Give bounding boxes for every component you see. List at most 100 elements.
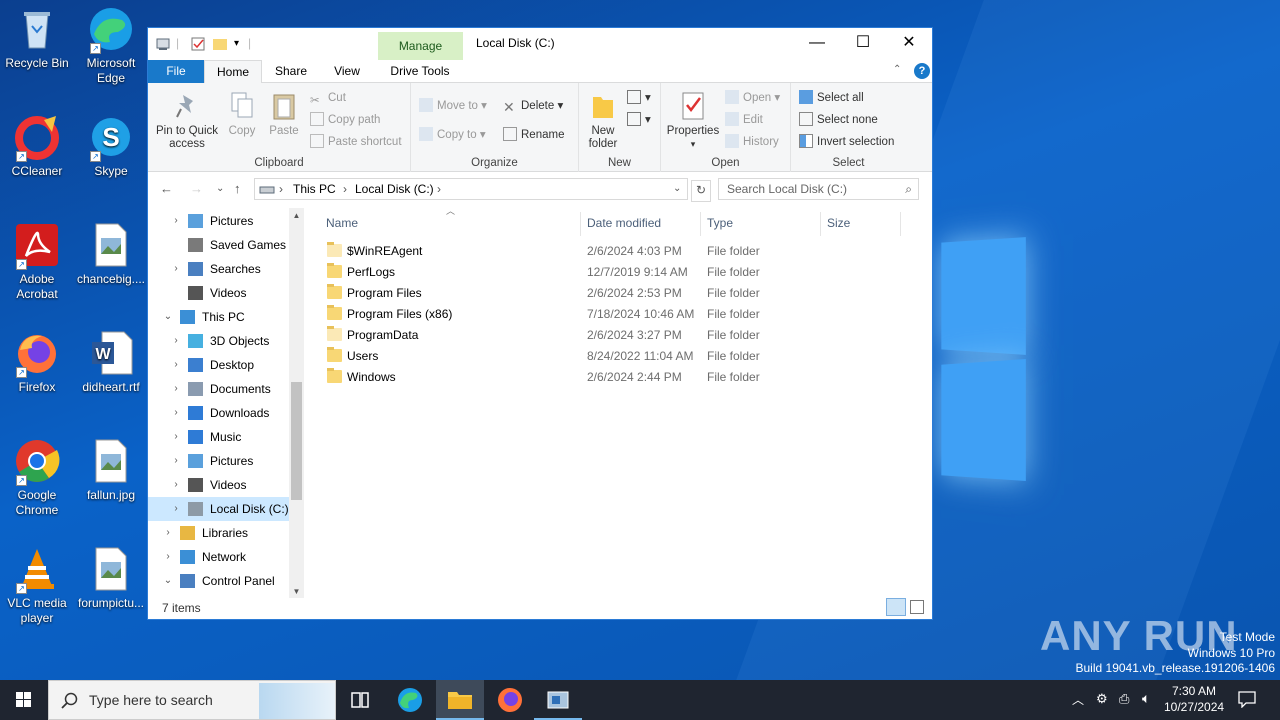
- taskbar-edge[interactable]: [386, 680, 434, 720]
- tab-view[interactable]: View: [322, 60, 372, 83]
- new-item-button[interactable]: ▾: [627, 89, 651, 107]
- desktop-icon-skype[interactable]: S ↗ Skype: [74, 114, 148, 179]
- tab-file[interactable]: File: [148, 60, 204, 83]
- pin-to-quick-access-button[interactable]: Pin to Quick access: [154, 91, 220, 151]
- file-row[interactable]: ProgramData 2/6/2024 3:27 PM File folder: [323, 325, 903, 346]
- breadcrumb-local-disk[interactable]: Local Disk (C:): [355, 179, 434, 199]
- nav-item-videos[interactable]: › Videos: [148, 473, 289, 497]
- column-header-type[interactable]: Type: [707, 216, 733, 230]
- open-button[interactable]: Open ▾: [725, 89, 780, 107]
- column-separator[interactable]: [820, 212, 821, 236]
- nav-item-this-pc[interactable]: ⌄ This PC: [148, 305, 289, 329]
- desktop-icon-didheart[interactable]: W didheart.rtf: [74, 330, 148, 395]
- tab-share[interactable]: Share: [266, 60, 316, 83]
- refresh-icon[interactable]: ↻: [691, 180, 711, 202]
- title-bar[interactable]: | ▾ | Manage Local Disk (C:) — ☐ ✕: [148, 28, 932, 60]
- desktop-icon-edge[interactable]: ↗ Microsoft Edge: [74, 6, 148, 86]
- scroll-up-icon[interactable]: ▲: [289, 211, 304, 220]
- easy-access-button[interactable]: ▾: [627, 111, 651, 129]
- column-separator[interactable]: [580, 212, 581, 236]
- expand-chevron-icon[interactable]: ›: [170, 473, 182, 497]
- desktop-icon-forumpictu[interactable]: forumpictu...: [74, 546, 148, 611]
- edit-button[interactable]: Edit: [725, 111, 763, 129]
- paste-button[interactable]: Paste: [264, 91, 304, 138]
- desktop-icon-recycle-bin[interactable]: Recycle Bin: [0, 6, 74, 71]
- start-button[interactable]: [0, 680, 48, 720]
- file-row[interactable]: PerfLogs 12/7/2019 9:14 AM File folder: [323, 262, 903, 283]
- help-icon[interactable]: ?: [914, 63, 930, 79]
- breadcrumb-this-pc[interactable]: This PC: [293, 179, 336, 199]
- column-header-date[interactable]: Date modified: [587, 216, 661, 230]
- select-none-button[interactable]: Select none: [799, 111, 878, 129]
- collapse-ribbon-icon[interactable]: ⌃: [893, 64, 901, 75]
- forward-arrow-icon[interactable]: →: [190, 181, 203, 196]
- properties-qat-icon[interactable]: [190, 36, 206, 52]
- expand-chevron-icon[interactable]: ›: [170, 257, 182, 281]
- move-to-button[interactable]: Move to ▾: [419, 97, 487, 115]
- desktop-icon-acrobat[interactable]: ↗ Adobe Acrobat: [0, 222, 74, 302]
- back-arrow-icon[interactable]: ←: [160, 181, 173, 196]
- notifications-icon[interactable]: [1238, 690, 1256, 711]
- search-input[interactable]: Search Local Disk (C:) ⌕: [718, 178, 919, 200]
- desktop-icon-fallun[interactable]: fallun.jpg: [74, 438, 148, 503]
- nav-item-downloads[interactable]: › Downloads: [148, 401, 289, 425]
- address-dropdown-icon[interactable]: ⌄: [673, 179, 681, 199]
- nav-item-local-disk-c[interactable]: › Local Disk (C:): [148, 497, 289, 521]
- delete-button[interactable]: ✕ Delete ▾: [503, 97, 563, 115]
- nav-item-libraries[interactable]: › Libraries: [148, 521, 289, 545]
- scroll-down-icon[interactable]: ▼: [289, 587, 304, 596]
- nav-item-control-panel[interactable]: ⌄ Control Panel: [148, 569, 289, 593]
- nav-item-searches[interactable]: › Searches: [148, 257, 289, 281]
- taskbar-clock[interactable]: 7:30 AM 10/27/2024: [1164, 683, 1224, 715]
- taskbar-firefox[interactable]: [486, 680, 534, 720]
- network-icon[interactable]: ⎙: [1119, 691, 1129, 707]
- column-header-name[interactable]: Name: [326, 216, 358, 230]
- column-separator[interactable]: [900, 212, 901, 236]
- qat-dropdown-icon[interactable]: ▾: [234, 38, 239, 54]
- nav-item-pictures[interactable]: › Pictures: [148, 209, 289, 233]
- copy-path-button[interactable]: Copy path: [310, 111, 380, 129]
- nav-item-desktop[interactable]: › Desktop: [148, 353, 289, 377]
- column-separator[interactable]: [700, 212, 701, 236]
- taskbar-installer-app[interactable]: [534, 680, 582, 720]
- copy-to-button[interactable]: Copy to ▾: [419, 126, 486, 144]
- scroll-thumb[interactable]: [291, 382, 302, 500]
- properties-button[interactable]: Properties ▾: [663, 91, 723, 151]
- file-row[interactable]: Program Files 2/6/2024 2:53 PM File folder: [323, 283, 903, 304]
- nav-item-pictures[interactable]: › Pictures: [148, 449, 289, 473]
- nav-item-documents[interactable]: › Documents: [148, 377, 289, 401]
- expand-chevron-icon[interactable]: ›: [170, 377, 182, 401]
- volume-icon[interactable]: 🔈︎: [1142, 690, 1150, 707]
- expand-chevron-icon[interactable]: ›: [170, 401, 182, 425]
- expand-chevron-icon[interactable]: ›: [170, 449, 182, 473]
- address-bar[interactable]: › This PC › Local Disk (C:) › ⌄: [254, 178, 688, 200]
- select-all-button[interactable]: Select all: [799, 89, 864, 107]
- file-row[interactable]: $WinREAgent 2/6/2024 4:03 PM File folder: [323, 241, 903, 262]
- up-arrow-icon[interactable]: ↑: [234, 181, 241, 196]
- paste-shortcut-button[interactable]: Paste shortcut: [310, 133, 402, 151]
- file-row[interactable]: Users 8/24/2022 11:04 AM File folder: [323, 346, 903, 367]
- expand-chevron-icon[interactable]: ›: [170, 497, 182, 521]
- task-view-button[interactable]: [336, 680, 384, 720]
- nav-item-saved-games[interactable]: Saved Games: [148, 233, 289, 257]
- expand-chevron-icon[interactable]: ›: [170, 425, 182, 449]
- collapse-chevron-icon[interactable]: ⌄: [162, 569, 174, 593]
- network-security-icon[interactable]: ⚙: [1096, 691, 1108, 707]
- desktop-icon-chrome[interactable]: ↗ Google Chrome: [0, 438, 74, 518]
- expand-chevron-icon[interactable]: ›: [162, 521, 174, 545]
- maximize-button[interactable]: ☐: [840, 28, 886, 58]
- file-row[interactable]: Program Files (x86) 7/18/2024 10:46 AM Fil…: [323, 304, 903, 325]
- nav-scrollbar[interactable]: ▲ ▼: [289, 208, 304, 598]
- tab-drive-tools[interactable]: Drive Tools: [380, 60, 460, 83]
- desktop-icon-vlc[interactable]: ↗ VLC media player: [0, 546, 74, 626]
- details-view-icon[interactable]: [886, 598, 906, 616]
- expand-chevron-icon[interactable]: ›: [170, 353, 182, 377]
- file-row[interactable]: Windows 2/6/2024 2:44 PM File folder: [323, 367, 903, 388]
- taskbar-search-box[interactable]: Type here to search: [48, 680, 336, 720]
- minimize-button[interactable]: —: [794, 28, 840, 58]
- rename-button[interactable]: Rename: [503, 126, 564, 144]
- expand-chevron-icon[interactable]: ›: [162, 545, 174, 569]
- column-header-size[interactable]: Size: [827, 216, 850, 230]
- tray-overflow-chevron-icon[interactable]: ︿: [1072, 691, 1084, 708]
- tab-home[interactable]: Home: [204, 60, 262, 84]
